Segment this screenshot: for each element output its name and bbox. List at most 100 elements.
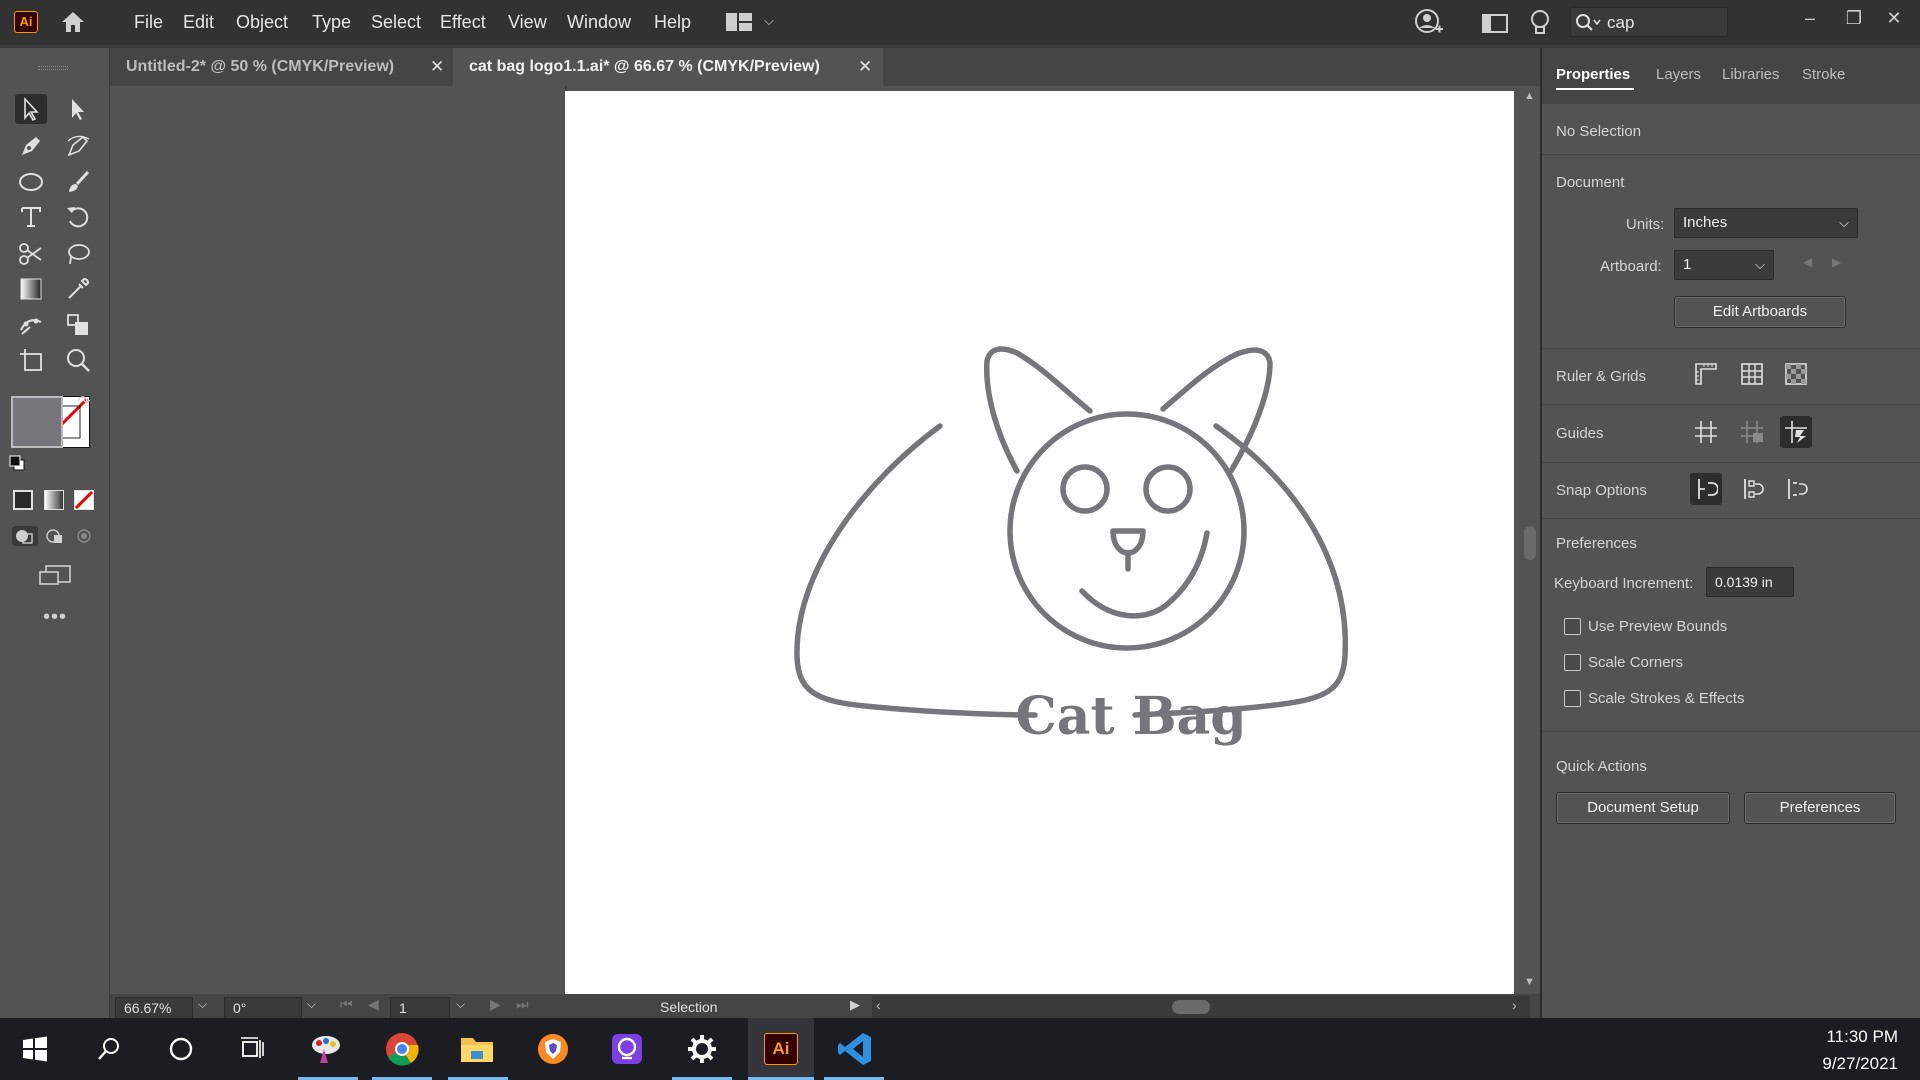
color-mode-button[interactable] xyxy=(13,490,33,510)
lasso-tool[interactable] xyxy=(62,239,94,269)
grid-button[interactable] xyxy=(1736,358,1768,390)
snap-to-pixel-button[interactable] xyxy=(1736,473,1768,505)
paintbrush-tool[interactable] xyxy=(62,167,94,197)
edit-artboards-button[interactable]: Edit Artboards xyxy=(1674,296,1846,328)
menu-edit[interactable]: Edit xyxy=(183,12,214,33)
keyboard-increment-input[interactable]: 0.0139 in xyxy=(1706,567,1794,597)
eyedropper-tool[interactable] xyxy=(62,274,94,304)
tab-stroke[interactable]: Stroke xyxy=(1802,66,1845,83)
taskbar-app-brave[interactable] xyxy=(532,1028,574,1070)
default-colors-icon[interactable] xyxy=(9,455,25,471)
last-artboard-icon[interactable]: ⏭ xyxy=(516,996,529,1013)
taskbar-app-podcast[interactable] xyxy=(606,1028,648,1070)
task-view-button[interactable] xyxy=(232,1028,274,1070)
use-preview-bounds-label[interactable]: Use Preview Bounds xyxy=(1588,618,1727,635)
taskbar-time[interactable]: 11:30 PM xyxy=(1826,1027,1898,1047)
zoom-dropdown-icon[interactable]: ⌵ xyxy=(198,997,207,1012)
tab-libraries[interactable]: Libraries xyxy=(1722,66,1780,83)
document-setup-button[interactable]: Document Setup xyxy=(1556,792,1730,824)
taskbar-app-file-explorer[interactable] xyxy=(456,1028,498,1070)
minimize-button[interactable]: – xyxy=(1796,4,1824,32)
logo-text[interactable]: Cat Bag xyxy=(1015,686,1246,747)
screen-mode-icon[interactable] xyxy=(38,564,72,588)
pen-tool[interactable] xyxy=(15,131,47,161)
scroll-right-icon[interactable]: › xyxy=(1512,997,1517,1013)
scroll-left-icon[interactable]: ‹ xyxy=(876,997,881,1013)
workspace-switcher-icon[interactable] xyxy=(726,13,752,31)
taskbar-app-illustrator[interactable]: Ai xyxy=(760,1028,802,1070)
live-paint-tool[interactable] xyxy=(62,310,94,340)
swap-fill-stroke-icon[interactable]: ↷ xyxy=(77,392,90,412)
toolbar-grip[interactable] xyxy=(38,66,68,70)
show-guides-button[interactable] xyxy=(1690,416,1722,448)
transparency-grid-button[interactable] xyxy=(1780,358,1812,390)
tab-layers[interactable]: Layers xyxy=(1656,66,1701,83)
gradient-tool[interactable] xyxy=(15,274,47,304)
tab-untitled-2[interactable]: Untitled-2* @ 50 % (CMYK/Preview) ✕ xyxy=(110,48,452,86)
share-user-icon[interactable] xyxy=(1414,9,1444,37)
menu-help[interactable]: Help xyxy=(654,12,691,33)
tab-properties[interactable]: Properties xyxy=(1556,66,1630,83)
close-tab-icon[interactable]: ✕ xyxy=(430,48,444,86)
scroll-down-icon[interactable]: ▼ xyxy=(1524,976,1535,988)
scroll-up-icon[interactable]: ▲ xyxy=(1524,90,1535,102)
artboard[interactable]: Cat Bag xyxy=(565,91,1514,994)
snap-to-point-button[interactable] xyxy=(1690,473,1722,505)
taskbar-app-vscode[interactable] xyxy=(834,1028,876,1070)
taskbar-app-paint[interactable] xyxy=(305,1028,347,1070)
menu-select[interactable]: Select xyxy=(371,12,421,33)
none-mode-button[interactable] xyxy=(74,490,94,510)
curvature-tool[interactable] xyxy=(62,131,94,161)
search-input[interactable]: cap xyxy=(1570,7,1728,37)
fill-swatch[interactable] xyxy=(11,396,63,448)
draw-normal-button[interactable] xyxy=(12,526,38,546)
rulers-button[interactable] xyxy=(1690,358,1722,390)
status-menu-icon[interactable]: ▶ xyxy=(850,997,860,1013)
horizontal-scrollbar[interactable]: ‹ › xyxy=(872,996,1530,1018)
rotation-field[interactable]: 0° xyxy=(224,997,302,1019)
snap-to-glyph-button[interactable] xyxy=(1780,473,1812,505)
artboard-dropdown-icon[interactable]: ⌵ xyxy=(456,997,465,1012)
lightbulb-icon[interactable] xyxy=(1530,9,1550,37)
arrange-documents-icon[interactable] xyxy=(1482,12,1508,34)
menu-view[interactable]: View xyxy=(508,12,547,33)
vertical-scrollbar[interactable]: ▲ ▼ xyxy=(1520,86,1540,994)
chevron-down-icon[interactable]: ⌵ xyxy=(764,13,774,29)
vertical-scroll-thumb[interactable] xyxy=(1524,526,1536,560)
menu-type[interactable]: Type xyxy=(312,12,351,33)
next-artboard-icon[interactable]: ▶ xyxy=(1832,255,1841,269)
scissors-tool[interactable] xyxy=(15,239,47,269)
zoom-field[interactable]: 66.67% xyxy=(115,997,193,1019)
lock-guides-button[interactable] xyxy=(1736,416,1768,448)
tab-cat-bag-logo[interactable]: cat bag logo1.1.ai* @ 66.67 % (CMYK/Prev… xyxy=(453,48,883,86)
type-tool[interactable] xyxy=(15,202,47,232)
ellipse-tool[interactable] xyxy=(15,167,47,197)
cortana-button[interactable] xyxy=(160,1028,202,1070)
close-tab-icon[interactable]: ✕ xyxy=(858,48,872,86)
previous-artboard-icon[interactable]: ◀ xyxy=(1803,255,1812,269)
draw-inside-icon[interactable] xyxy=(72,526,98,546)
search-button[interactable] xyxy=(88,1028,130,1070)
artboard-select[interactable]: 1 ⌵ xyxy=(1674,250,1774,280)
previous-artboard-icon[interactable]: ◀ xyxy=(368,996,379,1013)
restore-button[interactable]: ❐ xyxy=(1840,4,1868,32)
next-artboard-icon[interactable]: ▶ xyxy=(490,996,501,1013)
taskbar-app-settings[interactable] xyxy=(681,1028,723,1070)
menu-window[interactable]: Window xyxy=(567,12,631,33)
zoom-tool[interactable] xyxy=(62,345,94,375)
start-button[interactable] xyxy=(14,1028,56,1070)
taskbar-date[interactable]: 9/27/2021 xyxy=(1822,1054,1898,1074)
units-select[interactable]: Inches ⌵ xyxy=(1674,208,1858,238)
use-preview-bounds-checkbox[interactable] xyxy=(1564,618,1581,635)
artboard-number-field[interactable]: 1 xyxy=(390,997,450,1019)
taskbar-app-chrome[interactable] xyxy=(381,1028,423,1070)
scale-strokes-effects-checkbox[interactable] xyxy=(1564,690,1581,707)
menu-file[interactable]: File xyxy=(134,12,163,33)
scale-corners-label[interactable]: Scale Corners xyxy=(1588,654,1683,671)
direct-selection-tool[interactable] xyxy=(62,94,94,124)
artboard-tool[interactable] xyxy=(15,345,47,375)
preferences-button[interactable]: Preferences xyxy=(1744,792,1896,824)
scale-corners-checkbox[interactable] xyxy=(1564,654,1581,671)
menu-effect[interactable]: Effect xyxy=(440,12,486,33)
scale-strokes-effects-label[interactable]: Scale Strokes & Effects xyxy=(1588,690,1744,707)
